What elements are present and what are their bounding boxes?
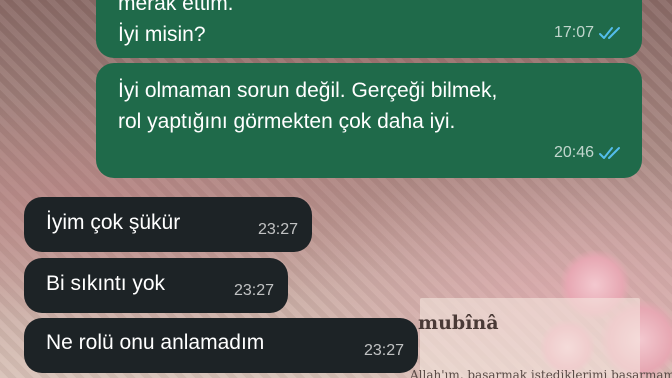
wallpaper-title: mubînâ [418,312,499,334]
message-time: 23:27 [257,221,298,238]
incoming-message[interactable]: Bi sıkıntı yok 23:27 [24,258,288,313]
message-text-line: rol yaptığını görmekten çok daha iyi. [118,110,456,133]
outgoing-message[interactable]: İyi olmaman sorun değil. Gerçeği bilmek,… [96,63,642,178]
message-text-line: merak ettim. [118,0,234,15]
chat-view[interactable]: mubînâ Allah'ım, başarmak istediklerimi … [0,0,672,378]
message-meta: 17:07 [554,17,626,48]
message-time: 23:27 [363,342,404,359]
message-text-line: İyi misin? [118,23,206,46]
wallpaper-subtitle: Allah'ım, başarmak istediklerimi başarma… [410,368,672,378]
message-time: 20:46 [553,144,594,161]
message-meta: 23:27 [258,214,298,245]
message-text: Ne rolü onu anlamadım [46,331,265,354]
message-meta: 23:27 [234,275,274,306]
message-text: İyim çok şükür [46,211,181,234]
message-text-line: İyi olmaman sorun değil. Gerçeği bilmek, [118,79,498,102]
outgoing-message[interactable]: merak ettim. İyi misin? 17:07 [96,0,642,58]
message-meta: 20:46 [554,137,626,168]
double-check-read-icon [599,146,620,159]
incoming-message[interactable]: İyim çok şükür 23:27 [24,197,312,252]
double-check-read-icon [599,26,620,39]
wallpaper-card [420,298,640,378]
message-meta: 23:27 [364,335,404,366]
message-text: Bi sıkıntı yok [46,272,166,295]
incoming-message[interactable]: Ne rolü onu anlamadım 23:27 [24,318,418,373]
message-time: 17:07 [553,24,594,41]
message-time: 23:27 [233,282,274,299]
